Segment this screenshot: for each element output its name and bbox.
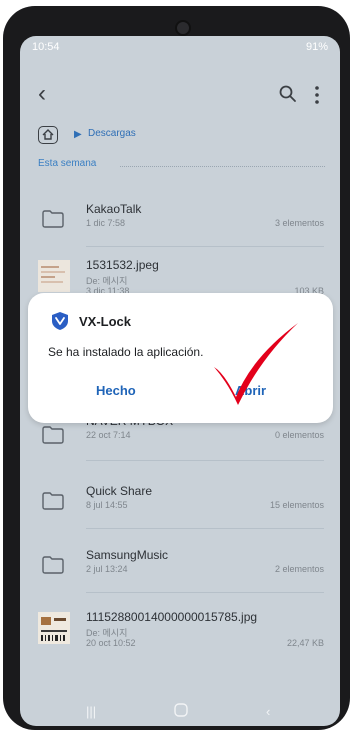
file-date: 2 jul 13:24	[86, 564, 128, 574]
back-nav-icon[interactable]: ‹	[266, 704, 270, 719]
front-camera	[175, 20, 191, 36]
more-options-icon[interactable]	[313, 84, 321, 106]
file-meta: 15 elementos	[269, 500, 324, 510]
file-meta: 22,47 KB	[286, 638, 324, 648]
file-date: 20 oct 10:52	[86, 638, 136, 648]
breadcrumb: ▶ Descargas	[38, 126, 328, 146]
file-meta: 0 elementos	[274, 430, 324, 440]
divider	[86, 592, 324, 593]
file-date: 8 jul 14:55	[86, 500, 128, 510]
app-bar: ‹	[20, 80, 340, 120]
dialog-message: Se ha instalado la aplicación.	[48, 345, 204, 359]
divider	[86, 460, 324, 461]
list-item[interactable]: 11152880014000000015785.jpg De: 메시지 20 o…	[20, 604, 340, 662]
status-time: 10:54	[32, 41, 60, 53]
done-button[interactable]: Hecho	[96, 383, 136, 398]
status-bar: 10:54 91%	[20, 36, 340, 60]
file-name: 11152880014000000015785.jpg	[86, 610, 258, 624]
file-name: Quick Share	[86, 484, 153, 498]
file-name: 1531532.jpeg	[86, 258, 159, 272]
file-date: 1 dic 7:58	[86, 218, 126, 228]
folder-icon	[42, 492, 64, 510]
divider	[86, 246, 324, 247]
home-button-icon[interactable]	[174, 703, 188, 720]
folder-icon	[42, 556, 64, 574]
chevron-right-icon: ▶	[74, 129, 82, 140]
file-name: KakaoTalk	[86, 202, 142, 216]
file-date: 22 oct 7:14	[86, 430, 131, 440]
dialog-title: VX-Lock	[79, 314, 132, 329]
file-meta: 3 elementos	[274, 218, 324, 228]
section-header: Esta semana	[38, 158, 97, 169]
image-thumbnail	[38, 612, 70, 644]
divider	[86, 528, 324, 529]
folder-icon	[42, 210, 64, 228]
file-name: SamsungMusic	[86, 548, 169, 562]
folder-icon	[42, 426, 64, 444]
recent-apps-icon[interactable]: |||	[86, 704, 96, 719]
home-icon[interactable]	[38, 126, 58, 144]
search-icon[interactable]	[278, 84, 298, 104]
red-checkmark-annotation	[214, 323, 298, 405]
section-divider	[120, 166, 325, 167]
image-thumbnail	[38, 260, 70, 292]
breadcrumb-current[interactable]: Descargas	[88, 128, 136, 139]
battery-level: 91%	[305, 41, 328, 53]
navigation-bar: ||| ‹	[20, 698, 340, 726]
back-icon[interactable]: ‹	[38, 82, 46, 106]
file-meta: 2 elementos	[274, 564, 324, 574]
vx-lock-app-icon	[52, 312, 68, 330]
